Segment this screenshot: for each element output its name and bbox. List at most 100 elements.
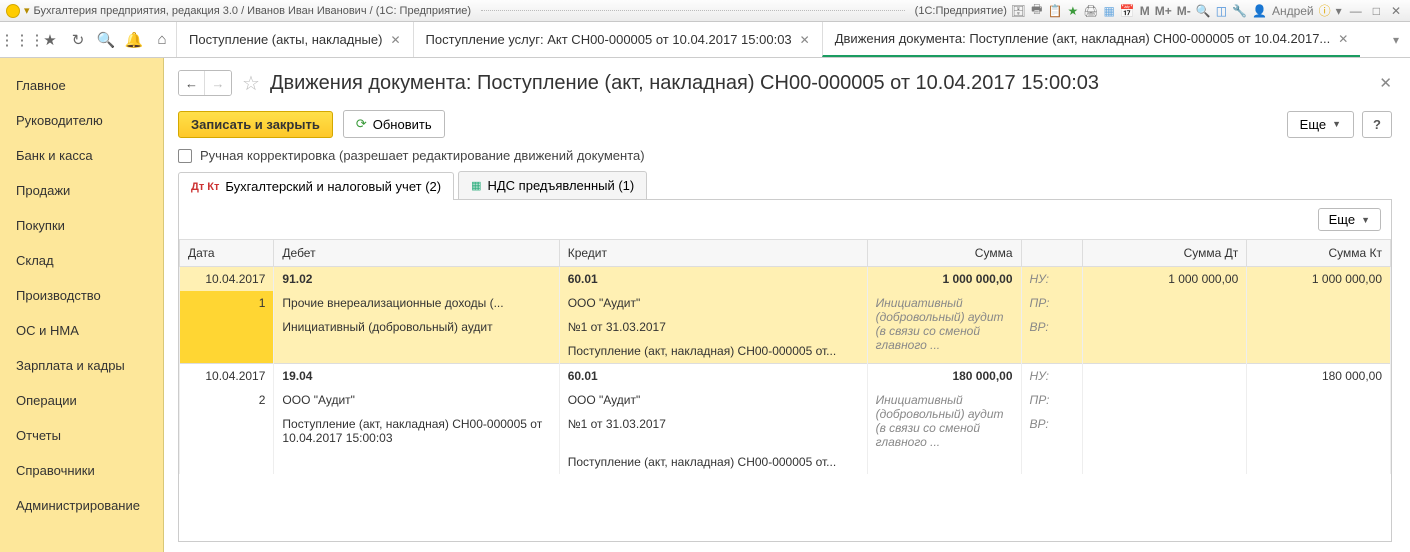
favorite-star-icon[interactable]: ☆ — [242, 71, 260, 96]
subtab[interactable]: Дт Кт Бухгалтерский и налоговый учет (2) — [178, 172, 454, 200]
close-page-button[interactable]: ✕ — [1379, 74, 1392, 92]
info-icon[interactable]: ⓘ — [1319, 2, 1331, 19]
info-dropdown-icon[interactable]: ▾ — [1336, 4, 1342, 18]
cell-idx: 1 — [180, 291, 274, 364]
user-name[interactable]: Андрей — [1272, 4, 1314, 18]
tab[interactable]: Поступление (акты, накладные)✕ — [176, 22, 413, 57]
cell-date: 10.04.2017 — [180, 267, 274, 292]
cell-credit-sub2: №1 от 31.03.2017 — [559, 412, 867, 450]
manual-edit-checkbox[interactable] — [178, 149, 192, 163]
history-icon[interactable]: ↻ — [64, 22, 92, 57]
table-row[interactable]: 10.04.201719.0460.01180 000,00НУ:180 000… — [180, 364, 1391, 389]
manual-edit-label: Ручная корректировка (разрешает редактир… — [200, 148, 645, 163]
calendar-icon[interactable]: 📅 — [1120, 4, 1135, 18]
mminus-button[interactable]: M- — [1177, 4, 1191, 18]
favorite-icon[interactable]: ★ — [36, 22, 64, 57]
subtab-label: Бухгалтерский и налоговый учет (2) — [225, 179, 441, 194]
wrench-icon[interactable]: 🔧 — [1232, 4, 1247, 18]
sidebar-item[interactable]: Зарплата и кадры — [0, 348, 163, 383]
help-button[interactable]: ? — [1362, 111, 1392, 138]
table-row[interactable]: 2ООО "Аудит"ООО "Аудит"Инициативный (доб… — [180, 388, 1391, 412]
nav-arrows: ← → — [178, 70, 232, 96]
tab[interactable]: Поступление услуг: Акт CH00-000005 от 10… — [413, 22, 822, 57]
cell-debit-sub2: Инициативный (добровольный) аудит — [274, 315, 559, 339]
sidebar-item[interactable]: ОС и НМА — [0, 313, 163, 348]
table-row[interactable]: 1Прочие внереализационные доходы (...ООО… — [180, 291, 1391, 315]
cell-debit-sub1: ООО "Аудит" — [274, 388, 559, 412]
sidebar-item[interactable]: Продажи — [0, 173, 163, 208]
movements-table: Дата Дебет Кредит Сумма Сумма Дт Сумма К… — [179, 239, 1391, 474]
cell-debit-acc: 91.02 — [274, 267, 559, 292]
cell-credit-sub3: Поступление (акт, накладная) CH00-000005… — [559, 339, 867, 364]
print-icon[interactable]: 🖶 — [1031, 0, 1042, 21]
more-button[interactable]: Еще ▼ — [1287, 111, 1354, 138]
tabs-overflow-icon[interactable]: ▾ — [1382, 22, 1410, 57]
table-row[interactable]: Инициативный (добровольный) аудит№1 от 3… — [180, 315, 1391, 339]
cell-debit-sub3 — [274, 339, 559, 364]
col-debit[interactable]: Дебет — [274, 240, 559, 267]
copy-icon[interactable]: 📋 — [1047, 4, 1062, 18]
caret-down-icon: ▼ — [1361, 215, 1370, 225]
grid-more-button[interactable]: Еще ▼ — [1318, 208, 1381, 231]
sidebar-item[interactable]: Производство — [0, 278, 163, 313]
cell-vr-label: ВР: — [1021, 412, 1083, 450]
sidebar-item[interactable]: Администрирование — [0, 488, 163, 523]
mplus-button[interactable]: M+ — [1155, 4, 1172, 18]
layout-icon[interactable]: ◫ — [1216, 4, 1227, 18]
sidebar-item[interactable]: Банк и касса — [0, 138, 163, 173]
col-sum-dt[interactable]: Сумма Дт — [1083, 240, 1247, 267]
bell-icon[interactable]: 🔔 — [120, 22, 148, 57]
table-row[interactable]: Поступление (акт, накладная) CH00-000005… — [180, 339, 1391, 364]
cell-sum-kt: 1 000 000,00 — [1247, 267, 1391, 292]
refresh-button[interactable]: ⟳Обновить — [343, 110, 445, 138]
user-icon: 👤 — [1252, 4, 1267, 18]
cell-sum-dt — [1083, 364, 1247, 389]
cell-credit-sub3: Поступление (акт, накладная) CH00-000005… — [559, 450, 867, 474]
tool-icon[interactable]: 🖨 — [1083, 4, 1098, 18]
sidebar-item[interactable]: Склад — [0, 243, 163, 278]
col-date[interactable]: Дата — [180, 240, 274, 267]
tab-close-icon[interactable]: ✕ — [1338, 32, 1348, 46]
cell-credit-acc: 60.01 — [559, 364, 867, 389]
cell-nu-label: НУ: — [1021, 267, 1083, 292]
sidebar-item[interactable]: Справочники — [0, 453, 163, 488]
cell-credit-sub1: ООО "Аудит" — [559, 388, 867, 412]
m-button[interactable]: M — [1140, 4, 1150, 18]
window-titlebar: ▾ Бухгалтерия предприятия, редакция 3.0 … — [0, 0, 1410, 22]
maximize-button[interactable]: □ — [1370, 4, 1383, 18]
minimize-button[interactable]: — — [1347, 4, 1365, 18]
back-button[interactable]: ← — [179, 71, 205, 95]
save-close-button[interactable]: Записать и закрыть — [178, 111, 333, 138]
table-row[interactable]: 10.04.201791.0260.011 000 000,00НУ:1 000… — [180, 267, 1391, 292]
sidebar-item[interactable]: Покупки — [0, 208, 163, 243]
col-sum-kt[interactable]: Сумма Кт — [1247, 240, 1391, 267]
tab[interactable]: Движения документа: Поступление (акт, на… — [822, 22, 1361, 57]
forward-button[interactable]: → — [205, 71, 231, 95]
apps-icon[interactable]: ⋮⋮⋮ — [8, 22, 36, 57]
close-button[interactable]: ✕ — [1388, 4, 1404, 18]
sidebar-item[interactable]: Операции — [0, 383, 163, 418]
star-icon[interactable]: ★ — [1067, 4, 1078, 18]
tab-close-icon[interactable]: ✕ — [390, 33, 400, 47]
subtab[interactable]: ▦НДС предъявленный (1) — [458, 171, 647, 199]
zoom-icon[interactable]: 🔍 — [1196, 4, 1211, 18]
subtab-label: НДС предъявленный (1) — [487, 178, 634, 193]
accounting-icon: Дт Кт — [191, 181, 219, 193]
tab-close-icon[interactable]: ✕ — [800, 33, 810, 47]
dropdown-icon[interactable]: ▾ — [24, 4, 30, 17]
sidebar-item[interactable]: Главное — [0, 68, 163, 103]
home-icon[interactable]: ⌂ — [148, 22, 176, 57]
sidebar-item[interactable]: Руководителю — [0, 103, 163, 138]
cell-debit-sub1: Прочие внереализационные доходы (... — [274, 291, 559, 315]
cell-credit-sub1: ООО "Аудит" — [559, 291, 867, 315]
cell-pr-label: ПР: — [1021, 291, 1083, 315]
col-credit[interactable]: Кредит — [559, 240, 867, 267]
sidebar-item[interactable]: Отчеты — [0, 418, 163, 453]
search-icon[interactable]: 🔍 — [92, 22, 120, 57]
table-row[interactable]: Поступление (акт, накладная) CH00-000005… — [180, 412, 1391, 450]
grid-icon[interactable]: ▦ — [1103, 4, 1114, 18]
col-sum[interactable]: Сумма — [867, 240, 1021, 267]
table-row[interactable]: Поступление (акт, накладная) CH00-000005… — [180, 450, 1391, 474]
tab-label: Движения документа: Поступление (акт, на… — [835, 31, 1331, 46]
db-icon[interactable]: 🗄 — [1011, 4, 1026, 18]
